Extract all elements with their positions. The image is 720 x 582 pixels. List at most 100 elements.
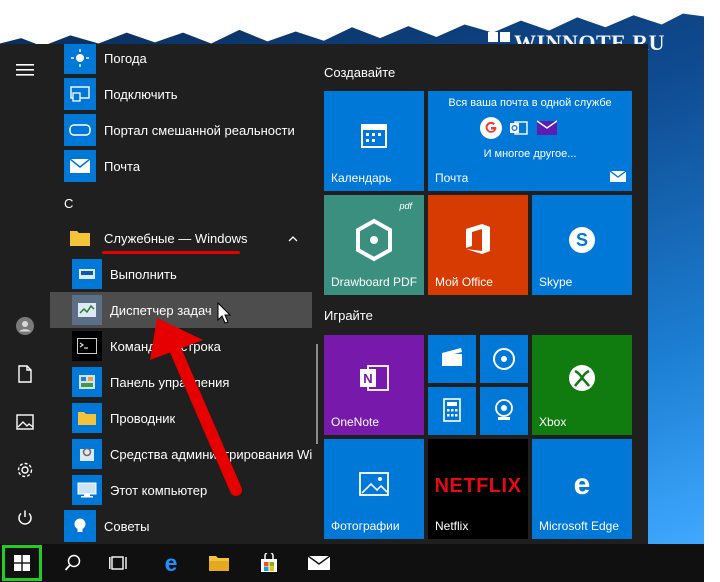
xbox-icon bbox=[532, 363, 632, 393]
tile-label: Microsoft Edge bbox=[539, 519, 620, 533]
app-label: Выполнить bbox=[110, 266, 177, 282]
search-icon[interactable] bbox=[50, 544, 96, 582]
group-title-play[interactable]: Играйте bbox=[324, 308, 373, 323]
chevron-up-icon[interactable] bbox=[288, 231, 298, 246]
letter-header[interactable]: С bbox=[64, 196, 73, 211]
svg-text:e: e bbox=[165, 552, 178, 574]
app-control-panel[interactable]: Панель управления bbox=[50, 364, 312, 400]
app-mail[interactable]: Почта bbox=[50, 148, 312, 184]
tile-calendar[interactable]: Календарь bbox=[324, 91, 424, 191]
svg-text:N: N bbox=[363, 371, 372, 386]
app-label: Подключить bbox=[104, 86, 178, 102]
screenshot-frame: WINNOTE.RU Погода Подключить Портал смеш… bbox=[0, 0, 720, 582]
app-label: Портал смешанной реальности bbox=[104, 122, 295, 138]
tile-my-office[interactable]: Мой Office bbox=[428, 195, 528, 295]
settings-icon[interactable] bbox=[0, 450, 50, 490]
tile-skype[interactable]: S Skype bbox=[532, 195, 632, 295]
app-tips[interactable]: Советы bbox=[50, 508, 312, 544]
documents-icon[interactable] bbox=[0, 354, 50, 394]
mail-icon bbox=[64, 150, 96, 182]
run-icon bbox=[72, 259, 102, 289]
file-explorer-icon[interactable] bbox=[196, 544, 242, 582]
app-connect[interactable]: Подключить bbox=[50, 76, 312, 112]
admin-tools-icon bbox=[72, 439, 102, 469]
tile-mail[interactable]: Вся ваша почта в одной службе И многое д… bbox=[428, 91, 632, 191]
app-list-scrollbar[interactable] bbox=[316, 344, 318, 444]
start-button[interactable] bbox=[2, 545, 42, 581]
office-icon bbox=[428, 223, 528, 255]
connect-icon bbox=[64, 78, 96, 110]
user-icon[interactable] bbox=[0, 306, 50, 346]
start-rail bbox=[0, 44, 50, 544]
tile-photos[interactable]: Фотографии bbox=[324, 439, 424, 539]
mixed-reality-icon bbox=[64, 114, 96, 146]
mail-tile-more: И многое другое... bbox=[483, 148, 577, 160]
app-mixed-reality[interactable]: Портал смешанной реальности bbox=[50, 112, 312, 148]
tile-camera[interactable] bbox=[480, 387, 528, 435]
store-icon[interactable] bbox=[246, 544, 292, 582]
mail-providers bbox=[480, 117, 558, 139]
hamburger-icon[interactable] bbox=[0, 50, 50, 90]
tile-xbox[interactable]: Xbox bbox=[532, 335, 632, 435]
svg-text:S: S bbox=[576, 230, 588, 250]
app-command-prompt[interactable]: Командная строка bbox=[50, 328, 312, 364]
windows-icon bbox=[14, 555, 30, 571]
photos-icon bbox=[324, 472, 424, 496]
outlook-icon bbox=[508, 117, 530, 139]
app-label: Почта bbox=[104, 158, 141, 174]
tile-onenote[interactable]: N OneNote bbox=[324, 335, 424, 435]
taskbar: e bbox=[0, 544, 704, 582]
svg-text:e: e bbox=[574, 469, 591, 499]
app-label: Служебные — Windows bbox=[104, 230, 248, 246]
app-weather[interactable]: Погода bbox=[50, 44, 312, 76]
control-panel-icon bbox=[72, 367, 102, 397]
app-file-explorer[interactable]: Проводник bbox=[50, 400, 312, 436]
explorer-icon bbox=[72, 403, 102, 433]
edge-icon[interactable]: e bbox=[148, 544, 194, 582]
yahoo-mail-icon bbox=[536, 117, 558, 139]
group-title-create[interactable]: Создавайте bbox=[324, 65, 395, 80]
app-label: Советы bbox=[104, 518, 150, 534]
cmd-icon bbox=[72, 331, 102, 361]
app-label: Панель управления bbox=[110, 374, 230, 390]
tile-drawboard-pdf[interactable]: pdf Drawboard PDF bbox=[324, 195, 424, 295]
app-this-pc[interactable]: Этот компьютер bbox=[50, 472, 312, 508]
pictures-icon[interactable] bbox=[0, 402, 50, 442]
task-manager-icon bbox=[72, 295, 102, 325]
tiles-area: Создавайте Календарь Вся ваша почта в од… bbox=[324, 44, 648, 544]
mail-envelope-icon bbox=[609, 170, 627, 185]
music-disc-icon bbox=[480, 347, 528, 371]
onenote-icon: N bbox=[324, 363, 424, 393]
tile-groove[interactable] bbox=[480, 335, 528, 383]
tile-calculator[interactable] bbox=[428, 387, 476, 435]
tile-label: Почта bbox=[435, 171, 469, 185]
webcam-icon bbox=[480, 398, 528, 422]
app-label: Диспетчер задач bbox=[110, 302, 212, 318]
app-label: Командная строка bbox=[110, 338, 221, 354]
tips-icon bbox=[64, 510, 96, 542]
start-menu: Погода Подключить Портал смешанной реаль… bbox=[0, 44, 648, 544]
tile-label: OneNote bbox=[331, 415, 380, 429]
drawboard-icon bbox=[324, 217, 424, 263]
tile-label: Xbox bbox=[539, 415, 567, 429]
tile-movies[interactable] bbox=[428, 335, 476, 383]
folder-icon bbox=[64, 222, 96, 254]
sun-icon bbox=[64, 44, 96, 74]
tile-microsoft-edge[interactable]: e Microsoft Edge bbox=[532, 439, 632, 539]
netflix-logo: NETFLIX bbox=[434, 475, 522, 497]
tile-label: Drawboard PDF bbox=[331, 275, 418, 289]
app-run[interactable]: Выполнить bbox=[50, 256, 312, 292]
clapperboard-icon bbox=[428, 347, 476, 367]
computer-icon bbox=[72, 475, 102, 505]
mail-icon[interactable] bbox=[296, 544, 342, 582]
app-task-manager[interactable]: Диспетчер задач bbox=[50, 292, 312, 328]
power-icon[interactable] bbox=[0, 498, 50, 538]
google-icon bbox=[480, 117, 502, 139]
app-admin-tools[interactable]: Средства администрирования Wi... bbox=[50, 436, 312, 472]
app-label: Этот компьютер bbox=[110, 482, 208, 498]
tile-netflix[interactable]: NETFLIX Netflix bbox=[428, 439, 528, 539]
task-view-icon[interactable] bbox=[96, 544, 142, 582]
tile-label: Skype bbox=[539, 275, 573, 289]
skype-icon: S bbox=[532, 225, 632, 255]
calendar-icon bbox=[324, 121, 424, 149]
